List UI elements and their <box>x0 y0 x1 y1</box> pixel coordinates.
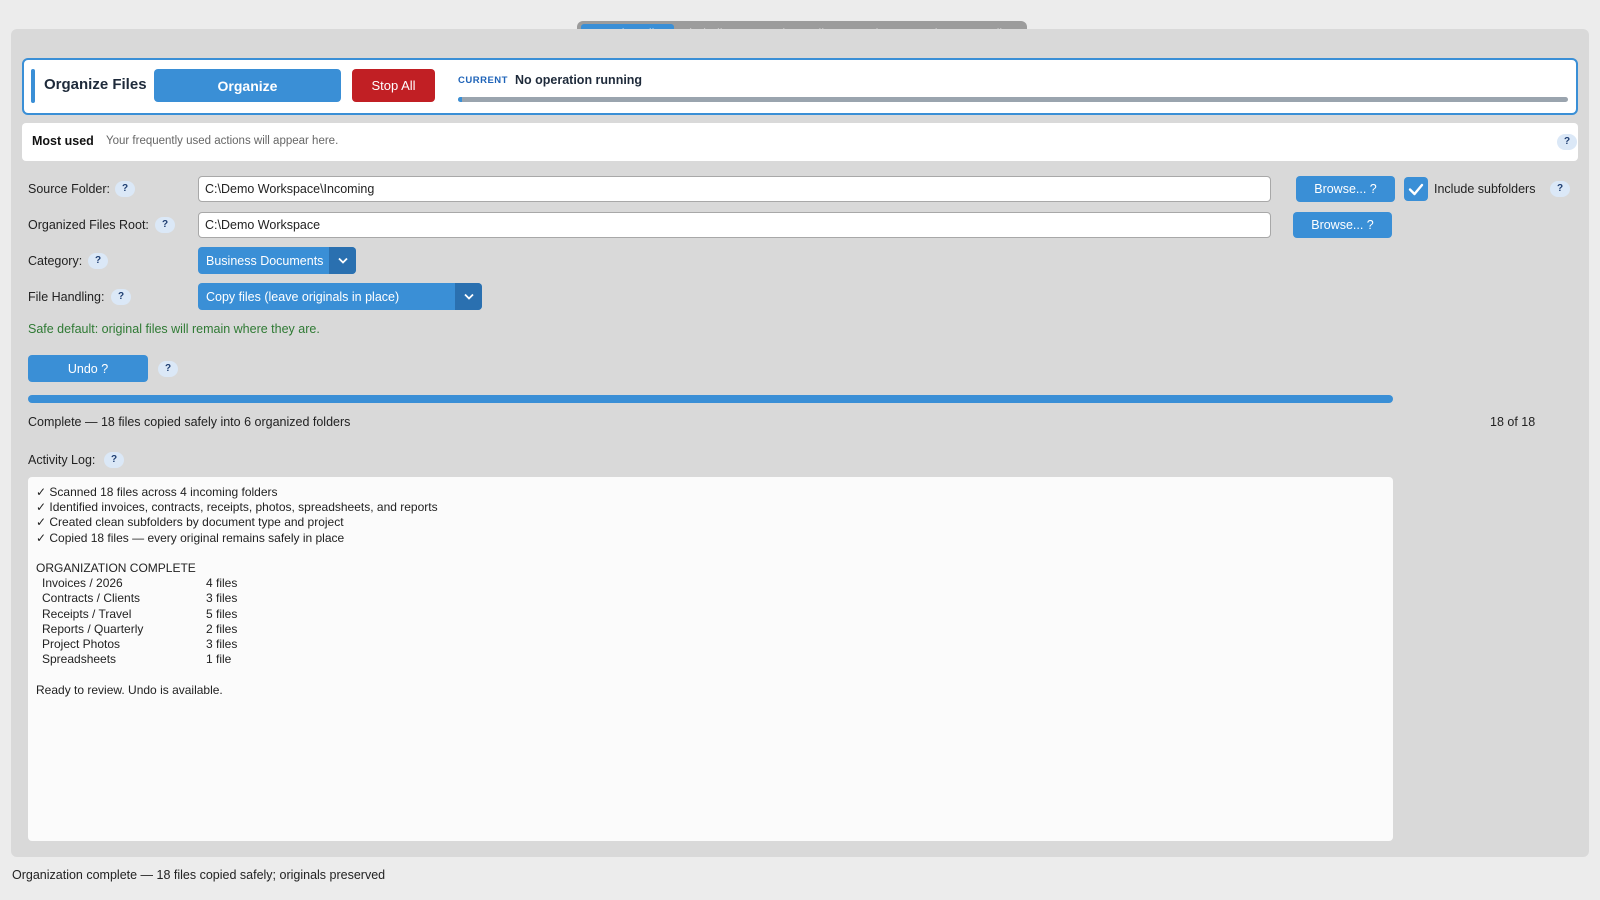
include-subfolders-checkbox[interactable] <box>1404 177 1428 201</box>
source-folder-help-icon[interactable]: ? <box>115 181 135 197</box>
organized-root-help-icon[interactable]: ? <box>155 217 175 233</box>
log-summary-row: Invoices / 2026 4 files <box>36 576 1385 591</box>
operation-title: Organize Files <box>44 76 147 93</box>
file-handling-help-icon[interactable]: ? <box>111 289 131 305</box>
stop-all-button[interactable]: Stop All <box>352 69 435 102</box>
operation-bar: Organize Files Organize Stop All CURRENT… <box>22 58 1578 115</box>
organized-root-label: Organized Files Root: <box>28 218 149 232</box>
category-selected-value: Business Documents <box>206 253 324 268</box>
log-summary-row: Reports / Quarterly 2 files <box>36 622 1385 637</box>
main-progress-fill <box>28 395 1393 403</box>
summary-count: 3 files <box>206 637 238 652</box>
most-used-hint: Your frequently used actions will appear… <box>106 135 339 147</box>
root-browse-button[interactable]: Browse... ? <box>1293 212 1392 238</box>
summary-count: 5 files <box>206 606 238 621</box>
log-line: ✓ Created clean subfolders by document t… <box>36 515 344 530</box>
undo-help-icon[interactable]: ? <box>158 361 178 377</box>
status-bar: Organization complete — 18 files copied … <box>12 868 386 882</box>
main-progress-bar <box>28 395 1393 403</box>
log-line: ✓ Scanned 18 files across 4 incoming fol… <box>36 485 278 499</box>
progress-status-text: Complete — 18 files copied safely into 6… <box>28 415 351 429</box>
current-label: CURRENT <box>458 75 508 86</box>
log-blank-line <box>36 546 1385 561</box>
log-line: ✓ Identified invoices, contracts, receip… <box>36 500 438 515</box>
operation-progress-fill <box>458 97 463 102</box>
organize-button[interactable]: Organize <box>154 69 341 102</box>
summary-count: 1 file <box>206 652 232 667</box>
summary-count: 3 files <box>206 591 238 606</box>
summary-category: Project Photos <box>42 637 121 652</box>
most-used-bar: Most used Your frequently used actions w… <box>22 123 1578 161</box>
log-footer: Ready to review. Undo is available. <box>36 682 223 697</box>
log-summary-row: Project Photos 3 files <box>36 637 1385 652</box>
progress-count: 18 of 18 <box>1490 415 1536 429</box>
file-handling-select[interactable]: Copy files (leave originals in place) <box>198 283 482 310</box>
undo-button[interactable]: Undo ? <box>28 355 148 382</box>
include-subfolders-help-icon[interactable]: ? <box>1550 181 1570 197</box>
current-operation-status: No operation running <box>515 73 643 87</box>
log-summary-row: Contracts / Clients 3 files <box>36 591 1385 606</box>
activity-log-label: Activity Log: <box>28 453 96 467</box>
log-blank-line <box>36 667 1385 682</box>
file-handling-label: File Handling: <box>28 290 105 304</box>
file-handling-selected-value: Copy files (leave originals in place) <box>206 289 400 304</box>
activity-log-help-icon[interactable]: ? <box>104 452 124 468</box>
source-folder-label: Source Folder: <box>28 182 110 196</box>
log-summary-title: ORGANIZATION COMPLETE <box>36 561 196 575</box>
most-used-title: Most used <box>32 134 94 148</box>
summary-category: Invoices / 2026 <box>42 576 123 591</box>
summary-count: 4 files <box>206 576 238 591</box>
most-used-help-icon[interactable]: ? <box>1557 134 1577 150</box>
summary-category: Spreadsheets <box>42 652 117 667</box>
category-help-icon[interactable]: ? <box>88 253 108 269</box>
check-icon <box>1408 183 1424 196</box>
summary-category: Reports / Quarterly <box>42 621 144 636</box>
include-subfolders-label: Include subfolders <box>1434 182 1536 196</box>
operation-progress-bar <box>458 97 1568 102</box>
log-summary-row: Receipts / Travel 5 files <box>36 607 1385 622</box>
log-summary-row: Spreadsheets 1 file <box>36 652 1385 667</box>
chevron-down-icon <box>329 247 356 274</box>
summary-category: Contracts / Clients <box>42 591 141 606</box>
log-line: ✓ Copied 18 files — every original remai… <box>36 530 345 545</box>
source-folder-input[interactable] <box>198 176 1271 202</box>
category-select[interactable]: Business Documents <box>198 247 356 274</box>
activity-log[interactable]: ✓ Scanned 18 files across 4 incoming fol… <box>28 477 1393 841</box>
chevron-down-icon <box>455 283 482 310</box>
summary-category: Receipts / Travel <box>42 606 132 621</box>
category-label: Category: <box>28 254 83 268</box>
operation-bar-accent <box>31 69 35 103</box>
safe-default-note: Safe default: original files will remain… <box>28 322 320 336</box>
source-browse-button[interactable]: Browse... ? <box>1296 176 1395 202</box>
organized-root-input[interactable] <box>198 212 1271 238</box>
summary-count: 2 files <box>206 621 238 636</box>
